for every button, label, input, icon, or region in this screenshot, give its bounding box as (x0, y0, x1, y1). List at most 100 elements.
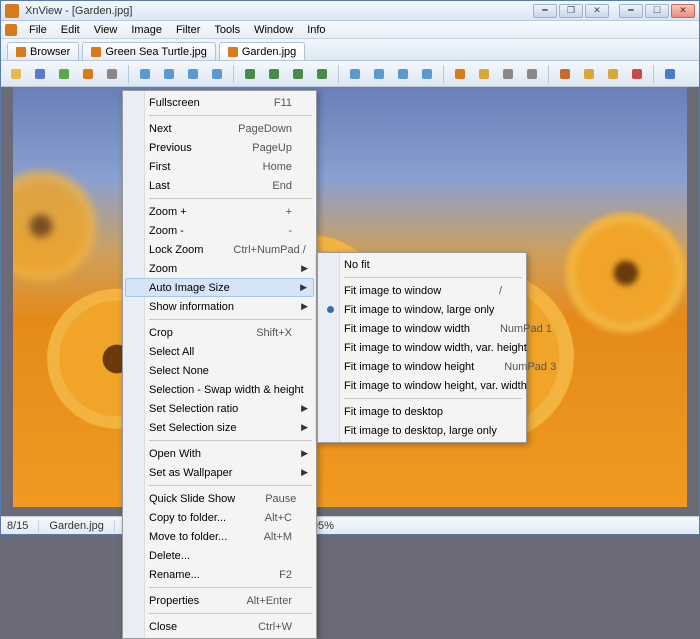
menu-item[interactable]: Delete... (125, 546, 314, 565)
toolbar-back[interactable] (344, 64, 366, 84)
toolbar-rotate-cw[interactable] (416, 64, 438, 84)
menu-info[interactable]: Info (301, 22, 331, 38)
menu-item-label: Fit image to window height, var. width (344, 380, 557, 392)
menu-item-label: Fit image to window height (344, 361, 504, 373)
menu-item[interactable]: Set as Wallpaper▶ (125, 463, 314, 482)
menu-item[interactable]: Open With▶ (125, 444, 314, 463)
menu-tools[interactable]: Tools (208, 22, 246, 38)
toolbar-fullscreen[interactable] (449, 64, 471, 84)
menu-item[interactable]: Auto Image Size▶ (125, 278, 314, 297)
toolbar-save[interactable] (29, 64, 51, 84)
menu-item-label: Rename... (149, 569, 279, 581)
menu-item-shortcut: PageDown (238, 123, 292, 135)
toolbar-zoom-100[interactable] (287, 64, 309, 84)
menu-item[interactable]: Select All (125, 342, 314, 361)
menu-window[interactable]: Window (248, 22, 299, 38)
close-button[interactable]: ✕ (671, 4, 695, 18)
toolbar-help[interactable] (659, 64, 681, 84)
menu-item[interactable]: Set Selection ratio▶ (125, 399, 314, 418)
tab-label: Garden.jpg (242, 46, 296, 58)
toolbar-delete[interactable] (626, 64, 648, 84)
submenu-arrow-icon: ▶ (300, 282, 307, 293)
menu-item[interactable]: Quick Slide ShowPause (125, 489, 314, 508)
toolbar-next[interactable] (182, 64, 204, 84)
menu-item[interactable]: Fit image to window height, var. width (320, 376, 524, 395)
toolbar-open[interactable] (5, 64, 27, 84)
menu-item[interactable]: NextPageDown (125, 119, 314, 138)
menu-item[interactable]: Zoom▶ (125, 259, 314, 278)
tab-garden[interactable]: Garden.jpg (219, 42, 305, 60)
menu-file[interactable]: File (23, 22, 53, 38)
minimize-outer-button[interactable]: ━ (619, 4, 643, 18)
menu-item[interactable]: CloseCtrl+W (125, 617, 314, 636)
menu-filter[interactable]: Filter (170, 22, 206, 38)
restore-inner-button[interactable]: ❐ (559, 4, 583, 18)
menu-item[interactable]: CropShift+X (125, 323, 314, 342)
menu-item[interactable]: Lock ZoomCtrl+NumPad / (125, 240, 314, 259)
submenu-auto-image-size[interactable]: No fit Fit image to window/Fit image to w… (317, 252, 527, 443)
menu-item-shortcut: NumPad 1 (500, 323, 552, 335)
menu-item-label: Fullscreen (149, 97, 274, 109)
toolbar-zoom-fit[interactable] (239, 64, 261, 84)
toolbar-print[interactable] (497, 64, 519, 84)
submenu-arrow-icon: ▶ (301, 403, 308, 414)
toolbar-next-file[interactable] (206, 64, 228, 84)
toolbar-convert[interactable] (77, 64, 99, 84)
toolbar-copy[interactable] (578, 64, 600, 84)
menu-item[interactable]: Selection - Swap width & heightTab (125, 380, 314, 399)
menu-item[interactable]: PreviousPageUp (125, 138, 314, 157)
context-menu[interactable]: FullscreenF11NextPageDownPreviousPageUpF… (122, 90, 317, 639)
menu-edit[interactable]: Edit (55, 22, 86, 38)
menu-item[interactable]: LastEnd (125, 176, 314, 195)
menu-item[interactable]: Set Selection size▶ (125, 418, 314, 437)
toolbar-zoom-in[interactable] (263, 64, 285, 84)
menu-item[interactable]: Fit image to window heightNumPad 3 (320, 357, 524, 376)
menu-item[interactable]: Fit image to window/ (320, 281, 524, 300)
menu-item[interactable]: Fit image to window widthNumPad 1 (320, 319, 524, 338)
tab-label: Browser (30, 46, 70, 58)
menu-item[interactable]: No fit (320, 255, 524, 274)
menu-item[interactable]: Select None (125, 361, 314, 380)
menu-item[interactable]: Fit image to window width, var. height (320, 338, 524, 357)
menu-item-label: Crop (149, 327, 256, 339)
toolbar-options[interactable] (521, 64, 543, 84)
app-menu-icon[interactable] (5, 24, 17, 36)
toolbar-acquire[interactable] (473, 64, 495, 84)
toolbar-rotate-ccw[interactable] (392, 64, 414, 84)
menu-item[interactable]: FullscreenF11 (125, 93, 314, 112)
toolbar-forward[interactable] (368, 64, 390, 84)
submenu-arrow-icon: ▶ (301, 448, 308, 459)
toolbar-prev-file[interactable] (134, 64, 156, 84)
toolbar-scan[interactable] (101, 64, 123, 84)
toolbar-slideshow[interactable] (53, 64, 75, 84)
menu-item[interactable]: Fit image to desktop, large only (320, 421, 524, 440)
close-inner-button[interactable]: ✕ (585, 4, 609, 18)
menu-item[interactable]: Fit image to window, large only (320, 300, 524, 319)
menu-item[interactable]: FirstHome (125, 157, 314, 176)
menu-item[interactable]: Show information▶ (125, 297, 314, 316)
minimize-button[interactable]: ━ (533, 4, 557, 18)
toolbar-prev[interactable] (158, 64, 180, 84)
tab-turtle[interactable]: Green Sea Turtle.jpg (82, 42, 216, 60)
menu-item-label: First (149, 161, 263, 173)
menu-item-label: Set Selection size (149, 422, 292, 434)
menu-item-shortcut: Alt+M (264, 531, 292, 543)
menu-item-shortcut: Pause (265, 493, 296, 505)
menubar[interactable]: File Edit View Image Filter Tools Window… (1, 21, 699, 39)
toolbar-cut[interactable] (554, 64, 576, 84)
maximize-button[interactable]: ☐ (645, 4, 669, 18)
toolbar-zoom-out[interactable] (311, 64, 333, 84)
menu-image[interactable]: Image (125, 22, 168, 38)
menu-item[interactable]: Copy to folder...Alt+C (125, 508, 314, 527)
tab-browser[interactable]: Browser (7, 42, 79, 60)
menu-item[interactable]: Move to folder...Alt+M (125, 527, 314, 546)
titlebar[interactable]: XnView - [Garden.jpg] ━ ❐ ✕ ━ ☐ ✕ (1, 1, 699, 21)
menu-item[interactable]: Fit image to desktop (320, 402, 524, 421)
menu-item[interactable]: Rename...F2 (125, 565, 314, 584)
menu-item[interactable]: Zoom ++ (125, 202, 314, 221)
toolbar-paste[interactable] (602, 64, 624, 84)
menu-view[interactable]: View (88, 22, 124, 38)
menu-item[interactable]: PropertiesAlt+Enter (125, 591, 314, 610)
menu-item[interactable]: Zoom -- (125, 221, 314, 240)
menu-item-label: Zoom - (149, 225, 288, 237)
